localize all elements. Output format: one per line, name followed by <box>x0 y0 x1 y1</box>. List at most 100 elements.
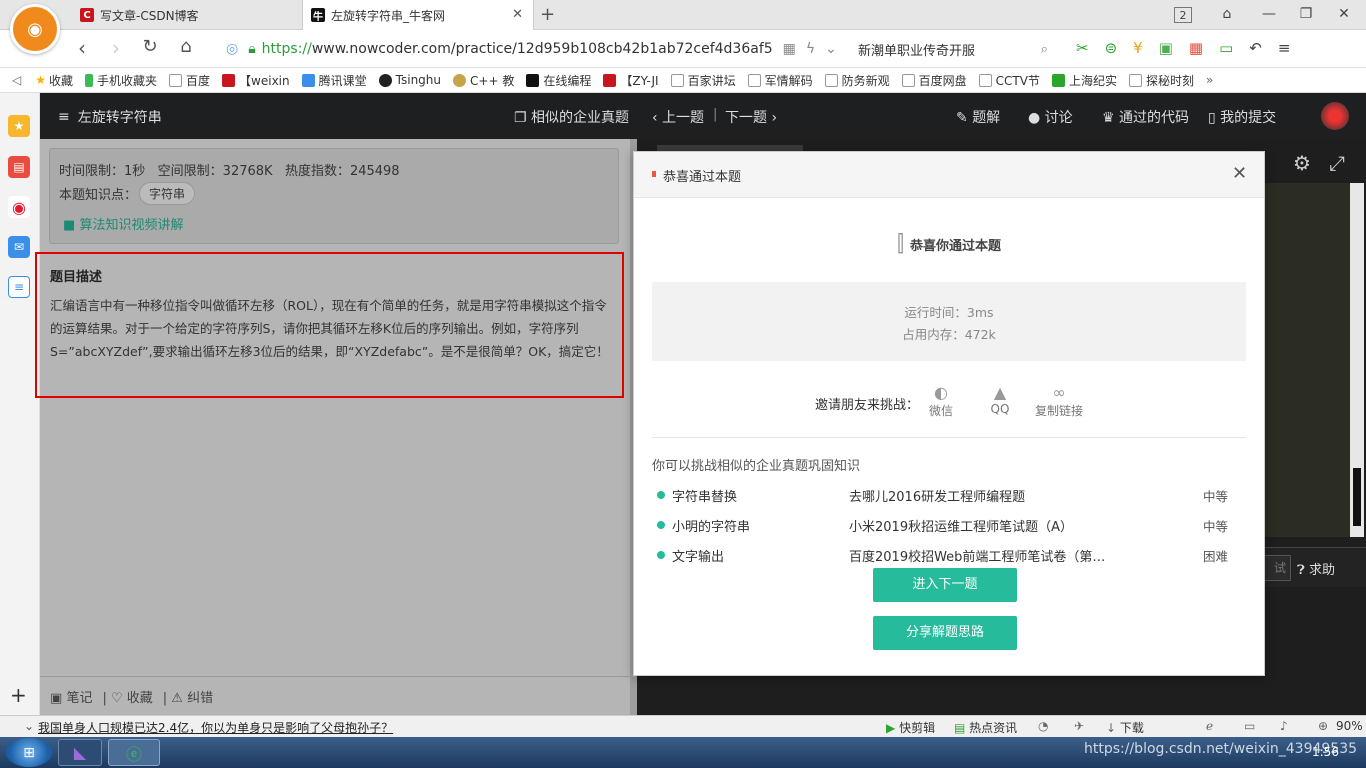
similar-row[interactable]: 文字输出 百度2019校招Web前端工程师笔试卷（第… 困难 <box>652 544 1246 566</box>
news-ticker[interactable]: 我国单身人口规模已达2.4亿，你以为单身只是影响了父母抱孙子？ <box>38 719 393 736</box>
chevron-down-icon[interactable]: ⌄ <box>24 719 34 733</box>
tab-nowcoder[interactable]: 牛 左旋转字符串_牛客网 ✕ <box>302 0 534 30</box>
qr-icon[interactable]: ▦ <box>783 41 796 57</box>
tab-csdn[interactable]: C 写文章-CSDN博客 <box>72 0 300 30</box>
speed-icon[interactable]: ◔ <box>1038 719 1048 733</box>
next-problem-button[interactable]: 进入下一题 <box>873 568 1017 602</box>
bookmark-item[interactable]: 百度网盘 <box>901 72 967 89</box>
phone-icon <box>85 73 94 87</box>
similar-row[interactable]: 字符串替换 去哪儿2016研发工程师编程题 中等 <box>652 484 1246 506</box>
forward-icon[interactable]: › <box>104 36 128 60</box>
close-tab-icon[interactable]: ✕ <box>512 7 523 22</box>
tab-count-badge[interactable]: 2 <box>1174 7 1192 23</box>
quick-edit-item[interactable]: ▶ 快剪辑 <box>886 719 935 736</box>
bookmark-item[interactable]: 防务新观 <box>824 72 890 89</box>
knowledge-tag[interactable]: 字符串 <box>139 182 196 205</box>
clock[interactable]: 1:56 <box>1312 745 1339 759</box>
bookmark-item[interactable]: 【weixin <box>222 72 290 89</box>
zoom-level[interactable]: 90% <box>1336 719 1363 733</box>
coin-icon[interactable]: ¥ <box>1133 39 1143 57</box>
taskbar-browser[interactable]: ⓔ <box>108 739 160 766</box>
bookmark-item[interactable]: 手机收藏夹 <box>85 72 157 89</box>
hot-news-item[interactable]: ▤ 热点资讯 <box>954 719 1017 736</box>
battery-icon[interactable]: ▭ <box>1219 39 1233 57</box>
news-icon[interactable]: ▤ <box>8 156 30 178</box>
nav-my-submissions[interactable]: ▯ 我的提交 <box>1208 107 1276 127</box>
collapse-icon[interactable]: ◁ <box>12 73 21 87</box>
nav-passed-code[interactable]: ♛ 通过的代码 <box>1102 107 1189 127</box>
bookmark-label: 收藏 <box>49 73 74 88</box>
url-input[interactable]: ◎ 🔒︎ https:// www.nowcoder.com/practice/… <box>226 35 846 63</box>
window-icon[interactable]: ▭ <box>1244 719 1255 733</box>
shirt-icon[interactable]: ⌂ <box>1216 4 1238 24</box>
reload-icon[interactable]: ↻ <box>138 36 162 57</box>
avatar[interactable] <box>1321 102 1349 130</box>
translate-icon[interactable]: ⊜ <box>1105 39 1118 57</box>
new-tab-button[interactable]: + <box>540 4 555 25</box>
share-copy-link[interactable]: ∞ 复制链接 <box>1031 383 1087 419</box>
close-icon[interactable]: ✕ <box>1232 163 1247 184</box>
menu-icon[interactable]: ≡ <box>1278 39 1291 57</box>
bookmark-item[interactable]: CCTV节 <box>978 72 1040 89</box>
apps-icon[interactable]: ▦ <box>1189 39 1203 57</box>
back-icon[interactable]: ‹ <box>70 36 94 60</box>
congrats-row: ⫿ 恭喜你通过本题 <box>634 232 1264 257</box>
picture-icon[interactable]: ▣ <box>1159 39 1173 57</box>
bookmark-label: 【weixin <box>239 73 290 88</box>
home-icon[interactable]: ⌂ <box>174 36 198 57</box>
report-button[interactable]: | ⚠ 纠错 <box>163 687 213 706</box>
bookmark-item[interactable]: 上海纪实 <box>1051 72 1117 89</box>
bookmark-item[interactable]: C++ 教 <box>453 72 514 89</box>
pin-icon[interactable]: ✈ <box>1074 719 1084 733</box>
github-icon <box>378 73 392 87</box>
restore-icon[interactable]: ❐ <box>1295 4 1317 24</box>
similar-row[interactable]: 小明的字符串 小米2019秋招运维工程师笔试题（A） 中等 <box>652 514 1246 536</box>
chevron-down-icon[interactable]: ⌄ <box>825 41 837 57</box>
scissors-icon[interactable]: ✂ <box>1076 39 1089 57</box>
favorites-icon[interactable]: ★ <box>8 115 30 137</box>
similar-link[interactable]: ❐ 相似的企业真题 <box>514 107 629 127</box>
share-qq[interactable]: ▲ QQ <box>978 383 1022 416</box>
more-bookmarks-icon[interactable]: » <box>1206 73 1213 87</box>
taskbar-vs[interactable]: ◣ <box>58 739 102 766</box>
search-input[interactable]: 新潮单职业传奇开服 ⌕ <box>858 35 1048 63</box>
bookmark-item[interactable]: 腾讯课堂 <box>301 72 367 89</box>
note-button[interactable]: ▣ 笔记 <box>50 687 92 706</box>
start-button[interactable]: ⊞ <box>6 738 52 767</box>
prev-link[interactable]: ‹ 上一题 <box>652 107 704 127</box>
volume-icon[interactable]: ♪ <box>1280 719 1288 733</box>
bookmark-item[interactable]: 军情解码 <box>747 72 813 89</box>
download-item[interactable]: ↓ 下载 <box>1106 719 1144 736</box>
nav-discuss[interactable]: ● 讨论 <box>1028 107 1073 127</box>
bookmark-item[interactable]: 百家讲坛 <box>670 72 736 89</box>
video-link[interactable]: ■ 算法知识视频讲解 <box>63 214 183 233</box>
share-solution-button[interactable]: 分享解题思路 <box>873 616 1017 650</box>
fullscreen-icon[interactable]: ⤢ <box>1329 151 1345 175</box>
doc-icon[interactable]: ≡ <box>8 276 30 298</box>
bookmark-item[interactable]: Tsinghu <box>378 73 441 87</box>
bookmark-item[interactable]: 探秘时刻 <box>1128 72 1194 89</box>
zoom-icon[interactable]: ⊕ <box>1318 719 1328 733</box>
share-wechat[interactable]: ◐ 微信 <box>919 383 963 419</box>
browser-logo[interactable]: ◉ <box>10 4 60 54</box>
bookmark-item[interactable]: ★ 收藏 <box>35 72 73 89</box>
weibo-icon[interactable]: ◉ <box>8 196 30 218</box>
search-icon[interactable]: ⌕ <box>1041 42 1048 57</box>
close-window-icon[interactable]: ✕ <box>1333 4 1355 24</box>
similar-source: 去哪儿2016研发工程师编程题 <box>849 490 1026 505</box>
minimize-icon[interactable]: — <box>1258 4 1280 24</box>
next-link[interactable]: 下一题 › <box>725 107 777 127</box>
ie-icon[interactable]: ℯ <box>1206 719 1213 733</box>
settings-icon[interactable]: ⚙ <box>1293 151 1311 175</box>
undo-icon[interactable]: ↶ <box>1249 39 1262 57</box>
help-button[interactable]: ❓︎ 求助 <box>1297 559 1335 578</box>
lightning-icon[interactable]: ϟ <box>806 41 815 57</box>
bookmark-item[interactable]: 在线编程 <box>526 72 591 89</box>
bookmark-item[interactable]: 百度 <box>169 72 210 89</box>
mail-icon[interactable]: ✉ <box>8 236 30 258</box>
nav-solution[interactable]: ✎ 题解 <box>956 107 1000 127</box>
bookmark-item[interactable]: 【ZY-JI <box>603 72 659 89</box>
scroll-thumb[interactable] <box>1353 468 1361 526</box>
favorite-button[interactable]: | ♡ 收藏 <box>102 687 152 706</box>
add-icon[interactable]: + <box>10 683 27 707</box>
